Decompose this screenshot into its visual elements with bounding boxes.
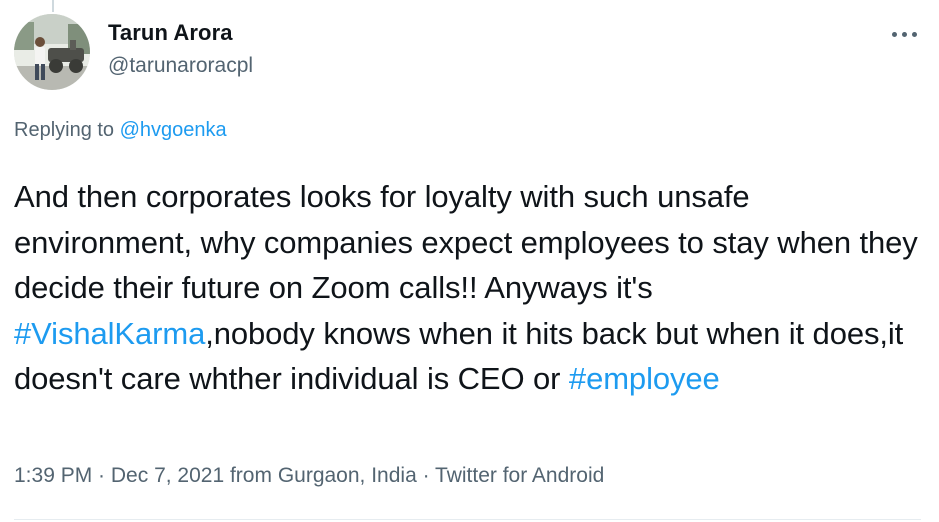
- more-options-button[interactable]: [886, 22, 922, 46]
- profile-photo-icon: [14, 14, 90, 90]
- more-horizontal-icon: [891, 31, 897, 37]
- hashtag-link[interactable]: #VishalKarma: [14, 316, 205, 351]
- author-display-name[interactable]: Tarun Arora: [108, 20, 233, 46]
- hashtag-link[interactable]: #employee: [569, 361, 720, 396]
- author-handle[interactable]: @tarunaroracpl: [108, 54, 253, 78]
- from-label: from: [224, 464, 278, 487]
- replying-to-label: Replying to: [14, 119, 115, 141]
- divider: [14, 519, 921, 520]
- meta-separator: ·: [92, 464, 111, 487]
- reply-context: Replying to @hvgoenka: [14, 119, 227, 142]
- more-horizontal-icon: [911, 31, 917, 37]
- avatar[interactable]: [14, 14, 90, 90]
- tweet-time[interactable]: 1:39 PM: [14, 464, 92, 487]
- tweet-text-part: And then corporates looks for loyalty wi…: [14, 179, 918, 305]
- tweet-date[interactable]: Dec 7, 2021: [111, 464, 224, 487]
- more-horizontal-icon: [901, 31, 907, 37]
- tweet-location[interactable]: Gurgaon, India: [278, 464, 417, 487]
- meta-separator: ·: [416, 464, 436, 487]
- reply-mention-link[interactable]: @hvgoenka: [120, 119, 227, 141]
- tweet-metadata: 1:39 PM · Dec 7, 2021 from Gurgaon, Indi…: [14, 464, 604, 488]
- tweet-text: And then corporates looks for loyalty wi…: [14, 174, 929, 402]
- tweet-source[interactable]: Twitter for Android: [435, 464, 604, 487]
- thread-connector-line: [52, 0, 54, 12]
